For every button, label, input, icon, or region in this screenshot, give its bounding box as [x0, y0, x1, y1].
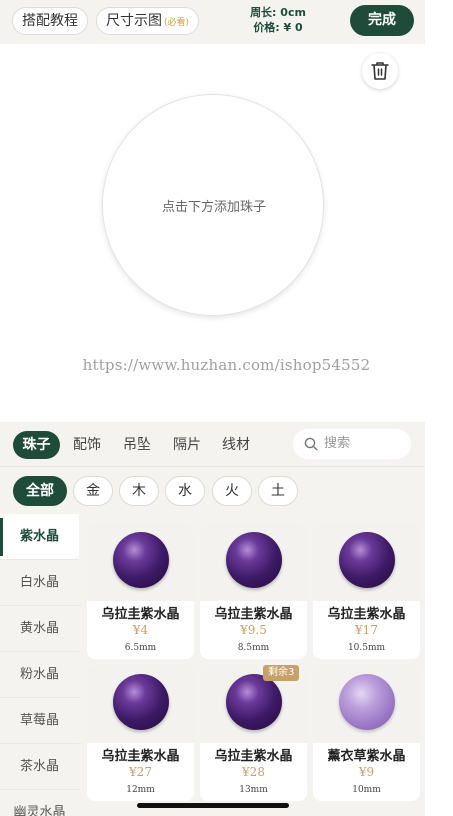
product-size: 12mm: [126, 785, 155, 795]
filter-all[interactable]: 全部: [13, 476, 67, 506]
product-price: ¥17: [355, 623, 378, 637]
price-readout: 价格: ¥ 0: [253, 21, 303, 34]
tab-pendants[interactable]: 吊坠: [123, 431, 151, 459]
top-bar: 搭配教程 尺寸示图 (必看) 周长: 0cm 价格: ¥ 0 完成: [0, 0, 425, 44]
product-name: 乌拉圭紫水晶: [327, 607, 406, 622]
product-image: [200, 523, 307, 601]
product-image: [87, 665, 194, 743]
material-sidebar: 紫水晶 白水晶 黄水晶 粉水晶 草莓晶 茶水晶 幽灵水晶: [0, 514, 79, 816]
product-image: [313, 523, 420, 601]
sidebar-item-strawberry-quartz[interactable]: 草莓晶: [0, 698, 79, 744]
app-frame: 搭配教程 尺寸示图 (必看) 周长: 0cm 价格: ¥ 0 完成 点击下方添加珠…: [0, 0, 425, 816]
sidebar-item-smoky-quartz[interactable]: 茶水晶: [0, 744, 79, 790]
filter-earth[interactable]: 土: [258, 476, 298, 506]
sidebar-item-amethyst[interactable]: 紫水晶: [0, 514, 79, 560]
filter-water[interactable]: 水: [165, 476, 205, 506]
clear-button[interactable]: [362, 53, 398, 89]
size-guide-label: 尺寸示图: [106, 13, 162, 29]
trash-icon: [371, 62, 389, 80]
bead-image: [226, 532, 282, 588]
product-name: 乌拉圭紫水晶: [101, 607, 180, 622]
product-price: ¥4: [132, 623, 149, 637]
product-name: 薰衣草紫水晶: [327, 749, 406, 764]
bead-image: [339, 532, 395, 588]
category-tabs: 珠子 配饰 吊坠 隔片 线材 搜索: [0, 422, 425, 466]
product-card[interactable]: 乌拉圭紫水晶 ¥17 10.5mm: [313, 523, 420, 659]
sidebar-item-rose-quartz[interactable]: 粉水晶: [0, 652, 79, 698]
product-grid: 乌拉圭紫水晶 ¥4 6.5mm 乌拉圭紫水晶 ¥9.5 8.5mm 乌拉圭紫水晶…: [79, 514, 425, 816]
filter-wood[interactable]: 木: [119, 476, 159, 506]
product-price: ¥28: [242, 765, 265, 779]
product-size: 10mm: [352, 785, 381, 795]
product-price: ¥9: [358, 765, 375, 779]
tab-beads[interactable]: 珠子: [13, 431, 60, 459]
product-size: 8.5mm: [237, 643, 270, 653]
bead-ring[interactable]: 点击下方添加珠子: [102, 94, 324, 316]
add-beads-hint: 点击下方添加珠子: [161, 200, 266, 215]
product-size: 13mm: [239, 785, 268, 795]
bead-image: [226, 674, 282, 730]
search-icon: [304, 437, 318, 451]
done-button[interactable]: 完成: [350, 5, 414, 36]
tab-spacers[interactable]: 隔片: [173, 431, 201, 459]
watermark-text: https://www.huzhan.com/ishop54552: [82, 356, 371, 374]
product-price: ¥27: [129, 765, 152, 779]
bracelet-stats: 周长: 0cm 价格: ¥ 0: [233, 5, 323, 35]
size-guide-button[interactable]: 尺寸示图 (必看): [96, 7, 200, 35]
sidebar-item-clear-quartz[interactable]: 白水晶: [0, 560, 79, 606]
product-image: [313, 665, 420, 743]
tutorial-label: 搭配教程: [22, 13, 78, 29]
product-size: 10.5mm: [347, 643, 386, 653]
product-name: 乌拉圭紫水晶: [101, 749, 180, 764]
product-image: [87, 523, 194, 601]
stock-badge: 剩余3: [263, 665, 300, 681]
element-filters: 全部 金 木 水 火 土: [0, 466, 425, 514]
product-card[interactable]: 乌拉圭紫水晶 ¥4 6.5mm: [87, 523, 194, 659]
bead-image: [113, 532, 169, 588]
tab-strings[interactable]: 线材: [222, 431, 250, 459]
product-price: ¥9.5: [240, 623, 267, 637]
filter-fire[interactable]: 火: [212, 476, 252, 506]
product-card[interactable]: 乌拉圭紫水晶 ¥9.5 8.5mm: [200, 523, 307, 659]
search-input[interactable]: 搜索: [293, 429, 411, 459]
bead-image: [113, 674, 169, 730]
product-card[interactable]: 剩余3 乌拉圭紫水晶 ¥28 13mm: [200, 665, 307, 801]
sidebar-item-citrine[interactable]: 黄水晶: [0, 606, 79, 652]
sidebar-item-phantom-quartz[interactable]: 幽灵水晶: [0, 790, 79, 816]
tab-accessories[interactable]: 配饰: [73, 431, 101, 459]
size-guide-required-tag: (必看): [164, 18, 190, 28]
bead-image: [339, 674, 395, 730]
product-card[interactable]: 乌拉圭紫水晶 ¥27 12mm: [87, 665, 194, 801]
search-placeholder: 搜索: [324, 436, 351, 451]
product-name: 乌拉圭紫水晶: [214, 749, 293, 764]
product-name: 乌拉圭紫水晶: [214, 607, 293, 622]
home-indicator: [137, 803, 289, 808]
length-readout: 周长: 0cm: [250, 6, 306, 19]
product-card[interactable]: 薰衣草紫水晶 ¥9 10mm: [313, 665, 420, 801]
product-size: 6.5mm: [124, 643, 157, 653]
tutorial-button[interactable]: 搭配教程: [12, 7, 88, 35]
filter-metal[interactable]: 金: [73, 476, 113, 506]
